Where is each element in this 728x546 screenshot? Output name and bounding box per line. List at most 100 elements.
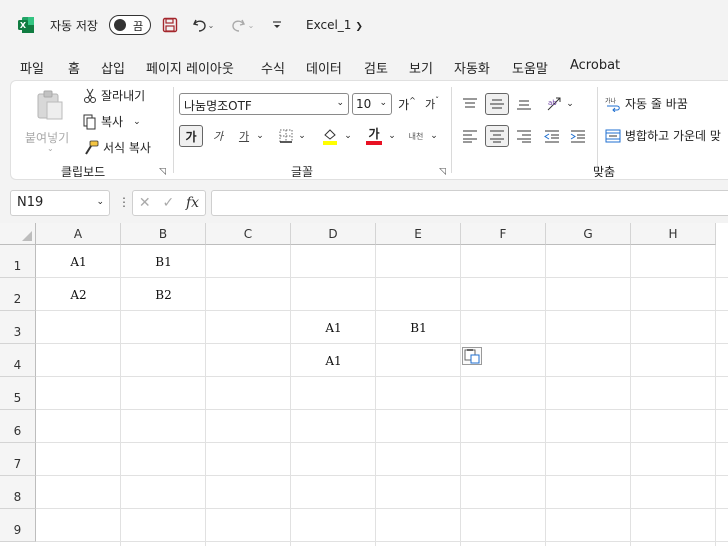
cell-a1[interactable]: A1 xyxy=(36,255,121,269)
formula-actions: ✕ ✓ fx xyxy=(132,190,206,216)
orientation-dropdown-icon[interactable]: ⌄ xyxy=(565,93,575,115)
select-all-button[interactable] xyxy=(0,223,36,245)
phonetic-dropdown-icon[interactable]: ⌄ xyxy=(429,125,439,147)
chevron-down-icon[interactable]: ⌄ xyxy=(96,197,104,207)
shrink-font-button[interactable]: 가ˇ xyxy=(421,93,443,115)
row-header-8[interactable]: 8 xyxy=(0,476,36,509)
cell-b2[interactable]: B2 xyxy=(121,288,206,302)
cell-b1[interactable]: B1 xyxy=(121,255,206,269)
tab-home[interactable]: 홈 xyxy=(67,58,81,83)
increase-indent-button[interactable] xyxy=(567,125,589,147)
copy-button[interactable]: 복사 ⌄ xyxy=(83,113,141,130)
font-launcher-icon[interactable]: ◹ xyxy=(439,167,446,177)
font-name-value: 나눔명조OTF xyxy=(184,99,252,113)
row-header-2[interactable]: 2 xyxy=(0,278,36,311)
autosave-toggle[interactable]: 끔 xyxy=(109,15,151,35)
align-top-icon xyxy=(463,98,477,108)
paint-bucket-icon xyxy=(323,129,337,145)
font-color-dropdown-icon[interactable]: ⌄ xyxy=(387,125,397,147)
bold-button[interactable]: 가 xyxy=(179,125,203,147)
merge-center-button[interactable]: 병합하고 가운데 맞 xyxy=(605,127,721,144)
title-bar: X 자동 저장 끔 ⌄ ⌄ Excel_1 ❯ xyxy=(0,0,728,50)
grow-font-button[interactable]: 가 ^ xyxy=(396,93,418,115)
cell-a2[interactable]: A2 xyxy=(36,288,121,302)
tab-review[interactable]: 검토 xyxy=(364,58,388,77)
gridline xyxy=(715,245,716,546)
paste-button[interactable]: 붙여넣기 ⌄ xyxy=(25,87,73,157)
italic-button[interactable]: 가 xyxy=(207,125,229,147)
tab-view[interactable]: 보기 xyxy=(409,58,433,77)
formula-bar: N19 ⌄ ⋮ ✕ ✓ fx xyxy=(0,186,728,220)
column-header-d[interactable]: D xyxy=(291,223,376,245)
tab-data[interactable]: 데이터 xyxy=(306,58,342,77)
row-header-6[interactable]: 6 xyxy=(0,410,36,443)
name-box[interactable]: N19 ⌄ xyxy=(10,190,110,216)
align-left-button[interactable] xyxy=(459,125,481,147)
align-bottom-button[interactable] xyxy=(513,93,535,115)
column-header-b[interactable]: B xyxy=(121,223,206,245)
tab-help[interactable]: 도움말 xyxy=(512,58,548,77)
undo-dropdown-icon[interactable]: ⌄ xyxy=(206,15,216,35)
decrease-indent-button[interactable] xyxy=(541,125,563,147)
fill-color-dropdown-icon[interactable]: ⌄ xyxy=(343,125,353,147)
align-top-button[interactable] xyxy=(459,93,481,115)
tab-file[interactable]: 파일 xyxy=(20,58,44,77)
clipboard-launcher-icon[interactable]: ◹ xyxy=(159,167,166,177)
column-header-c[interactable]: C xyxy=(206,223,291,245)
font-size-select[interactable]: 10 ⌄ xyxy=(352,93,392,115)
paste-options-button[interactable] xyxy=(462,347,482,365)
borders-button[interactable] xyxy=(275,125,297,147)
row-header-3[interactable]: 3 xyxy=(0,311,36,344)
tab-acrobat[interactable]: Acrobat xyxy=(570,58,620,73)
column-header-f[interactable]: F xyxy=(461,223,546,245)
tab-insert[interactable]: 삽입 xyxy=(101,58,125,77)
document-title-text: Excel_1 xyxy=(306,18,352,32)
column-header-g[interactable]: G xyxy=(546,223,631,245)
align-right-button[interactable] xyxy=(513,125,535,147)
save-icon[interactable] xyxy=(160,15,180,35)
customize-toolbar-icon[interactable] xyxy=(267,15,287,35)
column-header-a[interactable]: A xyxy=(36,223,121,245)
font-name-select[interactable]: 나눔명조OTF ⌄ xyxy=(179,93,349,115)
borders-icon xyxy=(279,129,293,143)
column-header-e[interactable]: E xyxy=(376,223,461,245)
underline-button[interactable]: 가 xyxy=(233,125,255,147)
cell-d3[interactable]: A1 xyxy=(291,321,376,335)
copy-dropdown-icon[interactable]: ⌄ xyxy=(133,117,141,127)
row-header-1[interactable]: 1 xyxy=(0,245,36,278)
cut-button[interactable]: 잘라내기 xyxy=(83,87,145,104)
cell-e3[interactable]: B1 xyxy=(376,321,461,335)
format-painter-button[interactable]: 서식 복사 xyxy=(83,139,151,156)
redo-icon[interactable] xyxy=(228,15,248,35)
font-color-button[interactable]: 가 xyxy=(363,125,385,147)
phonetic-button[interactable]: 내천 xyxy=(405,125,427,147)
gridline xyxy=(36,277,728,278)
fill-color-button[interactable] xyxy=(319,125,341,147)
underline-dropdown-icon[interactable]: ⌄ xyxy=(255,125,265,147)
borders-dropdown-icon[interactable]: ⌄ xyxy=(297,125,307,147)
enter-icon[interactable]: ✓ xyxy=(162,195,174,211)
align-right-icon xyxy=(517,130,531,143)
formula-input[interactable] xyxy=(211,190,728,216)
document-title[interactable]: Excel_1 ❯ xyxy=(306,18,363,32)
wrap-text-button[interactable]: 가나 자동 줄 바꿈 xyxy=(605,95,688,112)
column-header-h[interactable]: H xyxy=(631,223,716,245)
tab-formulas[interactable]: 수식 xyxy=(261,58,285,77)
insert-function-button[interactable]: fx xyxy=(186,195,199,211)
gridline xyxy=(545,245,546,546)
redo-dropdown-icon[interactable]: ⌄ xyxy=(246,15,256,35)
align-middle-button[interactable] xyxy=(485,93,509,115)
row-header-9[interactable]: 9 xyxy=(0,509,36,542)
tab-page-layout[interactable]: 페이지 레이아웃 xyxy=(146,58,234,77)
more-options-icon[interactable]: ⋮ xyxy=(118,195,130,209)
orientation-button[interactable]: ab xyxy=(543,93,565,115)
cell-d4[interactable]: A1 xyxy=(291,354,376,368)
row-header-5[interactable]: 5 xyxy=(0,377,36,410)
tab-automate[interactable]: 자동화 xyxy=(454,58,490,77)
bold-glyph: 가 xyxy=(185,129,197,144)
row-header-7[interactable]: 7 xyxy=(0,443,36,476)
cancel-icon[interactable]: ✕ xyxy=(139,195,151,211)
align-center-button[interactable] xyxy=(485,125,509,147)
row-header-4[interactable]: 4 xyxy=(0,344,36,377)
decrease-indent-icon xyxy=(544,130,559,143)
